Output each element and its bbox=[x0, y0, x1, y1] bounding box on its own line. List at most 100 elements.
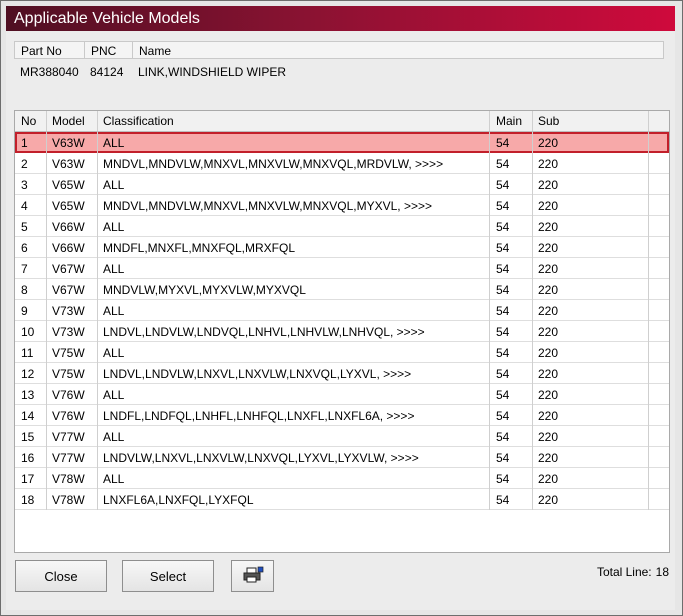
cell-main: 54 bbox=[496, 493, 510, 507]
cell-main: 54 bbox=[496, 388, 510, 402]
cell-model: V76W bbox=[52, 409, 85, 423]
cell-no: 11 bbox=[21, 346, 34, 360]
cell-no: 8 bbox=[21, 283, 28, 297]
cell-model: V73W bbox=[52, 325, 85, 339]
total-line-label: Total Line: bbox=[596, 565, 652, 579]
select-button[interactable]: Select bbox=[122, 560, 214, 592]
cell-sub: 220 bbox=[538, 346, 559, 360]
printer-icon bbox=[243, 566, 263, 582]
table-row[interactable]: 13 V76W ALL 54 220 bbox=[15, 384, 669, 405]
cell-no: 17 bbox=[21, 472, 35, 486]
table-row[interactable]: 4 V65W MNDVL,MNDVLW,MNXVL,MNXVLW,MNXVQL,MY… bbox=[15, 195, 669, 216]
column-header-sub[interactable]: Sub bbox=[538, 114, 559, 128]
print-button[interactable] bbox=[231, 560, 274, 592]
column-header-no[interactable]: No bbox=[21, 114, 36, 128]
cell-no: 7 bbox=[21, 262, 28, 276]
cell-classification: ALL bbox=[103, 472, 125, 486]
name-header: Name bbox=[139, 44, 172, 58]
cell-no: 6 bbox=[21, 241, 28, 255]
table-row[interactable]: 18 V78W LNXFL6A,LNXFQL,LYXFQL 54 220 bbox=[15, 489, 669, 510]
part-no-header: Part No bbox=[21, 44, 62, 58]
table-row[interactable]: 1 V63W ALL 54 220 bbox=[15, 132, 669, 153]
cell-model: V77W bbox=[52, 430, 85, 444]
cell-classification: ALL bbox=[103, 178, 125, 192]
cell-no: 1 bbox=[21, 136, 28, 150]
cell-classification: LNXFL6A,LNXFQL,LYXFQL bbox=[103, 493, 254, 507]
total-line-value: 18 bbox=[655, 565, 669, 579]
cell-sub: 220 bbox=[538, 451, 559, 465]
vehicle-models-table[interactable]: No Model Classification Main Sub 1 V63W AL… bbox=[14, 110, 670, 553]
table-row[interactable]: 7 V67W ALL 54 220 bbox=[15, 258, 669, 279]
cell-no: 18 bbox=[21, 493, 35, 507]
cell-sub: 220 bbox=[538, 262, 559, 276]
cell-model: V78W bbox=[52, 472, 85, 486]
cell-model: V67W bbox=[52, 283, 85, 297]
cell-classification: LNDVL,LNDVLW,LNXVL,LNXVLW,LNXVQL,LYXVL, … bbox=[103, 367, 412, 381]
cell-classification: ALL bbox=[103, 220, 125, 234]
cell-sub: 220 bbox=[538, 157, 559, 171]
table-row[interactable]: 2 V63W MNDVL,MNDVLW,MNXVL,MNXVLW,MNXVQL,MR… bbox=[15, 153, 669, 174]
table-row[interactable]: 6 V66W MNDFL,MNXFL,MNXFQL,MRXFQL 54 220 bbox=[15, 237, 669, 258]
dialog-body: Part No PNC Name MR388040 84124 LINK,WIN… bbox=[6, 31, 675, 610]
pnc-value: 84124 bbox=[90, 65, 124, 79]
table-row[interactable]: 12 V75W LNDVL,LNDVLW,LNXVL,LNXVLW,LNXVQL,L… bbox=[15, 363, 669, 384]
table-row[interactable]: 9 V73W ALL 54 220 bbox=[15, 300, 669, 321]
title-bar[interactable]: Applicable Vehicle Models bbox=[6, 6, 675, 31]
cell-model: V63W bbox=[52, 157, 85, 171]
cell-classification: ALL bbox=[103, 304, 125, 318]
cell-sub: 220 bbox=[538, 472, 559, 486]
cell-sub: 220 bbox=[538, 430, 559, 444]
cell-main: 54 bbox=[496, 220, 510, 234]
cell-main: 54 bbox=[496, 346, 510, 360]
cell-main: 54 bbox=[496, 136, 510, 150]
table-row[interactable]: 16 V77W LNDVLW,LNXVL,LNXVLW,LNXVQL,LYXVL,L… bbox=[15, 447, 669, 468]
table-row[interactable]: 10 V73W LNDVL,LNDVLW,LNDVQL,LNHVL,LNHVLW,L… bbox=[15, 321, 669, 342]
cell-main: 54 bbox=[496, 367, 510, 381]
cell-classification: MNDVL,MNDVLW,MNXVL,MNXVLW,MNXVQL,MRDVLW,… bbox=[103, 157, 444, 171]
column-header-model[interactable]: Model bbox=[52, 114, 85, 128]
cell-sub: 220 bbox=[538, 304, 559, 318]
cell-sub: 220 bbox=[538, 220, 559, 234]
table-row[interactable]: 17 V78W ALL 54 220 bbox=[15, 468, 669, 489]
column-header-classification[interactable]: Classification bbox=[103, 114, 174, 128]
part-name-value: LINK,WINDSHIELD WIPER bbox=[138, 65, 287, 79]
cell-classification: LNDVLW,LNXVL,LNXVLW,LNXVQL,LYXVL,LYXVLW,… bbox=[103, 451, 419, 465]
cell-main: 54 bbox=[496, 262, 510, 276]
cell-model: V66W bbox=[52, 220, 85, 234]
cell-model: V66W bbox=[52, 241, 85, 255]
cell-sub: 220 bbox=[538, 409, 559, 423]
cell-sub: 220 bbox=[538, 241, 559, 255]
table-row[interactable]: 11 V75W ALL 54 220 bbox=[15, 342, 669, 363]
cell-sub: 220 bbox=[538, 283, 559, 297]
table-row[interactable]: 3 V65W ALL 54 220 bbox=[15, 174, 669, 195]
cell-no: 16 bbox=[21, 451, 35, 465]
cell-sub: 220 bbox=[538, 388, 559, 402]
cell-no: 5 bbox=[21, 220, 28, 234]
cell-main: 54 bbox=[496, 178, 510, 192]
cell-model: V76W bbox=[52, 388, 85, 402]
cell-main: 54 bbox=[496, 304, 510, 318]
cell-no: 4 bbox=[21, 199, 28, 213]
cell-main: 54 bbox=[496, 283, 510, 297]
cell-model: V75W bbox=[52, 346, 85, 360]
cell-no: 13 bbox=[21, 388, 35, 402]
table-row[interactable]: 15 V77W ALL 54 220 bbox=[15, 426, 669, 447]
cell-no: 12 bbox=[21, 367, 35, 381]
window-title: Applicable Vehicle Models bbox=[14, 10, 200, 27]
cell-main: 54 bbox=[496, 241, 510, 255]
cell-model: V78W bbox=[52, 493, 85, 507]
cell-classification: LNDFL,LNDFQL,LNHFL,LNHFQL,LNXFL,LNXFL6A,… bbox=[103, 409, 415, 423]
dialog-footer: Close Select Total Line: 18 bbox=[6, 554, 675, 610]
cell-sub: 220 bbox=[538, 178, 559, 192]
cell-main: 54 bbox=[496, 325, 510, 339]
close-button[interactable]: Close bbox=[15, 560, 107, 592]
pnc-header: PNC bbox=[91, 44, 117, 58]
cell-classification: MNDFL,MNXFL,MNXFQL,MRXFQL bbox=[103, 241, 296, 255]
cell-main: 54 bbox=[496, 451, 510, 465]
column-header-main[interactable]: Main bbox=[496, 114, 522, 128]
table-row[interactable]: 14 V76W LNDFL,LNDFQL,LNHFL,LNHFQL,LNXFL,LN… bbox=[15, 405, 669, 426]
cell-main: 54 bbox=[496, 409, 510, 423]
table-row[interactable]: 5 V66W ALL 54 220 bbox=[15, 216, 669, 237]
table-row[interactable]: 8 V67W MNDVLW,MYXVL,MYXVLW,MYXVQL 54 220 bbox=[15, 279, 669, 300]
cell-model: V73W bbox=[52, 304, 85, 318]
